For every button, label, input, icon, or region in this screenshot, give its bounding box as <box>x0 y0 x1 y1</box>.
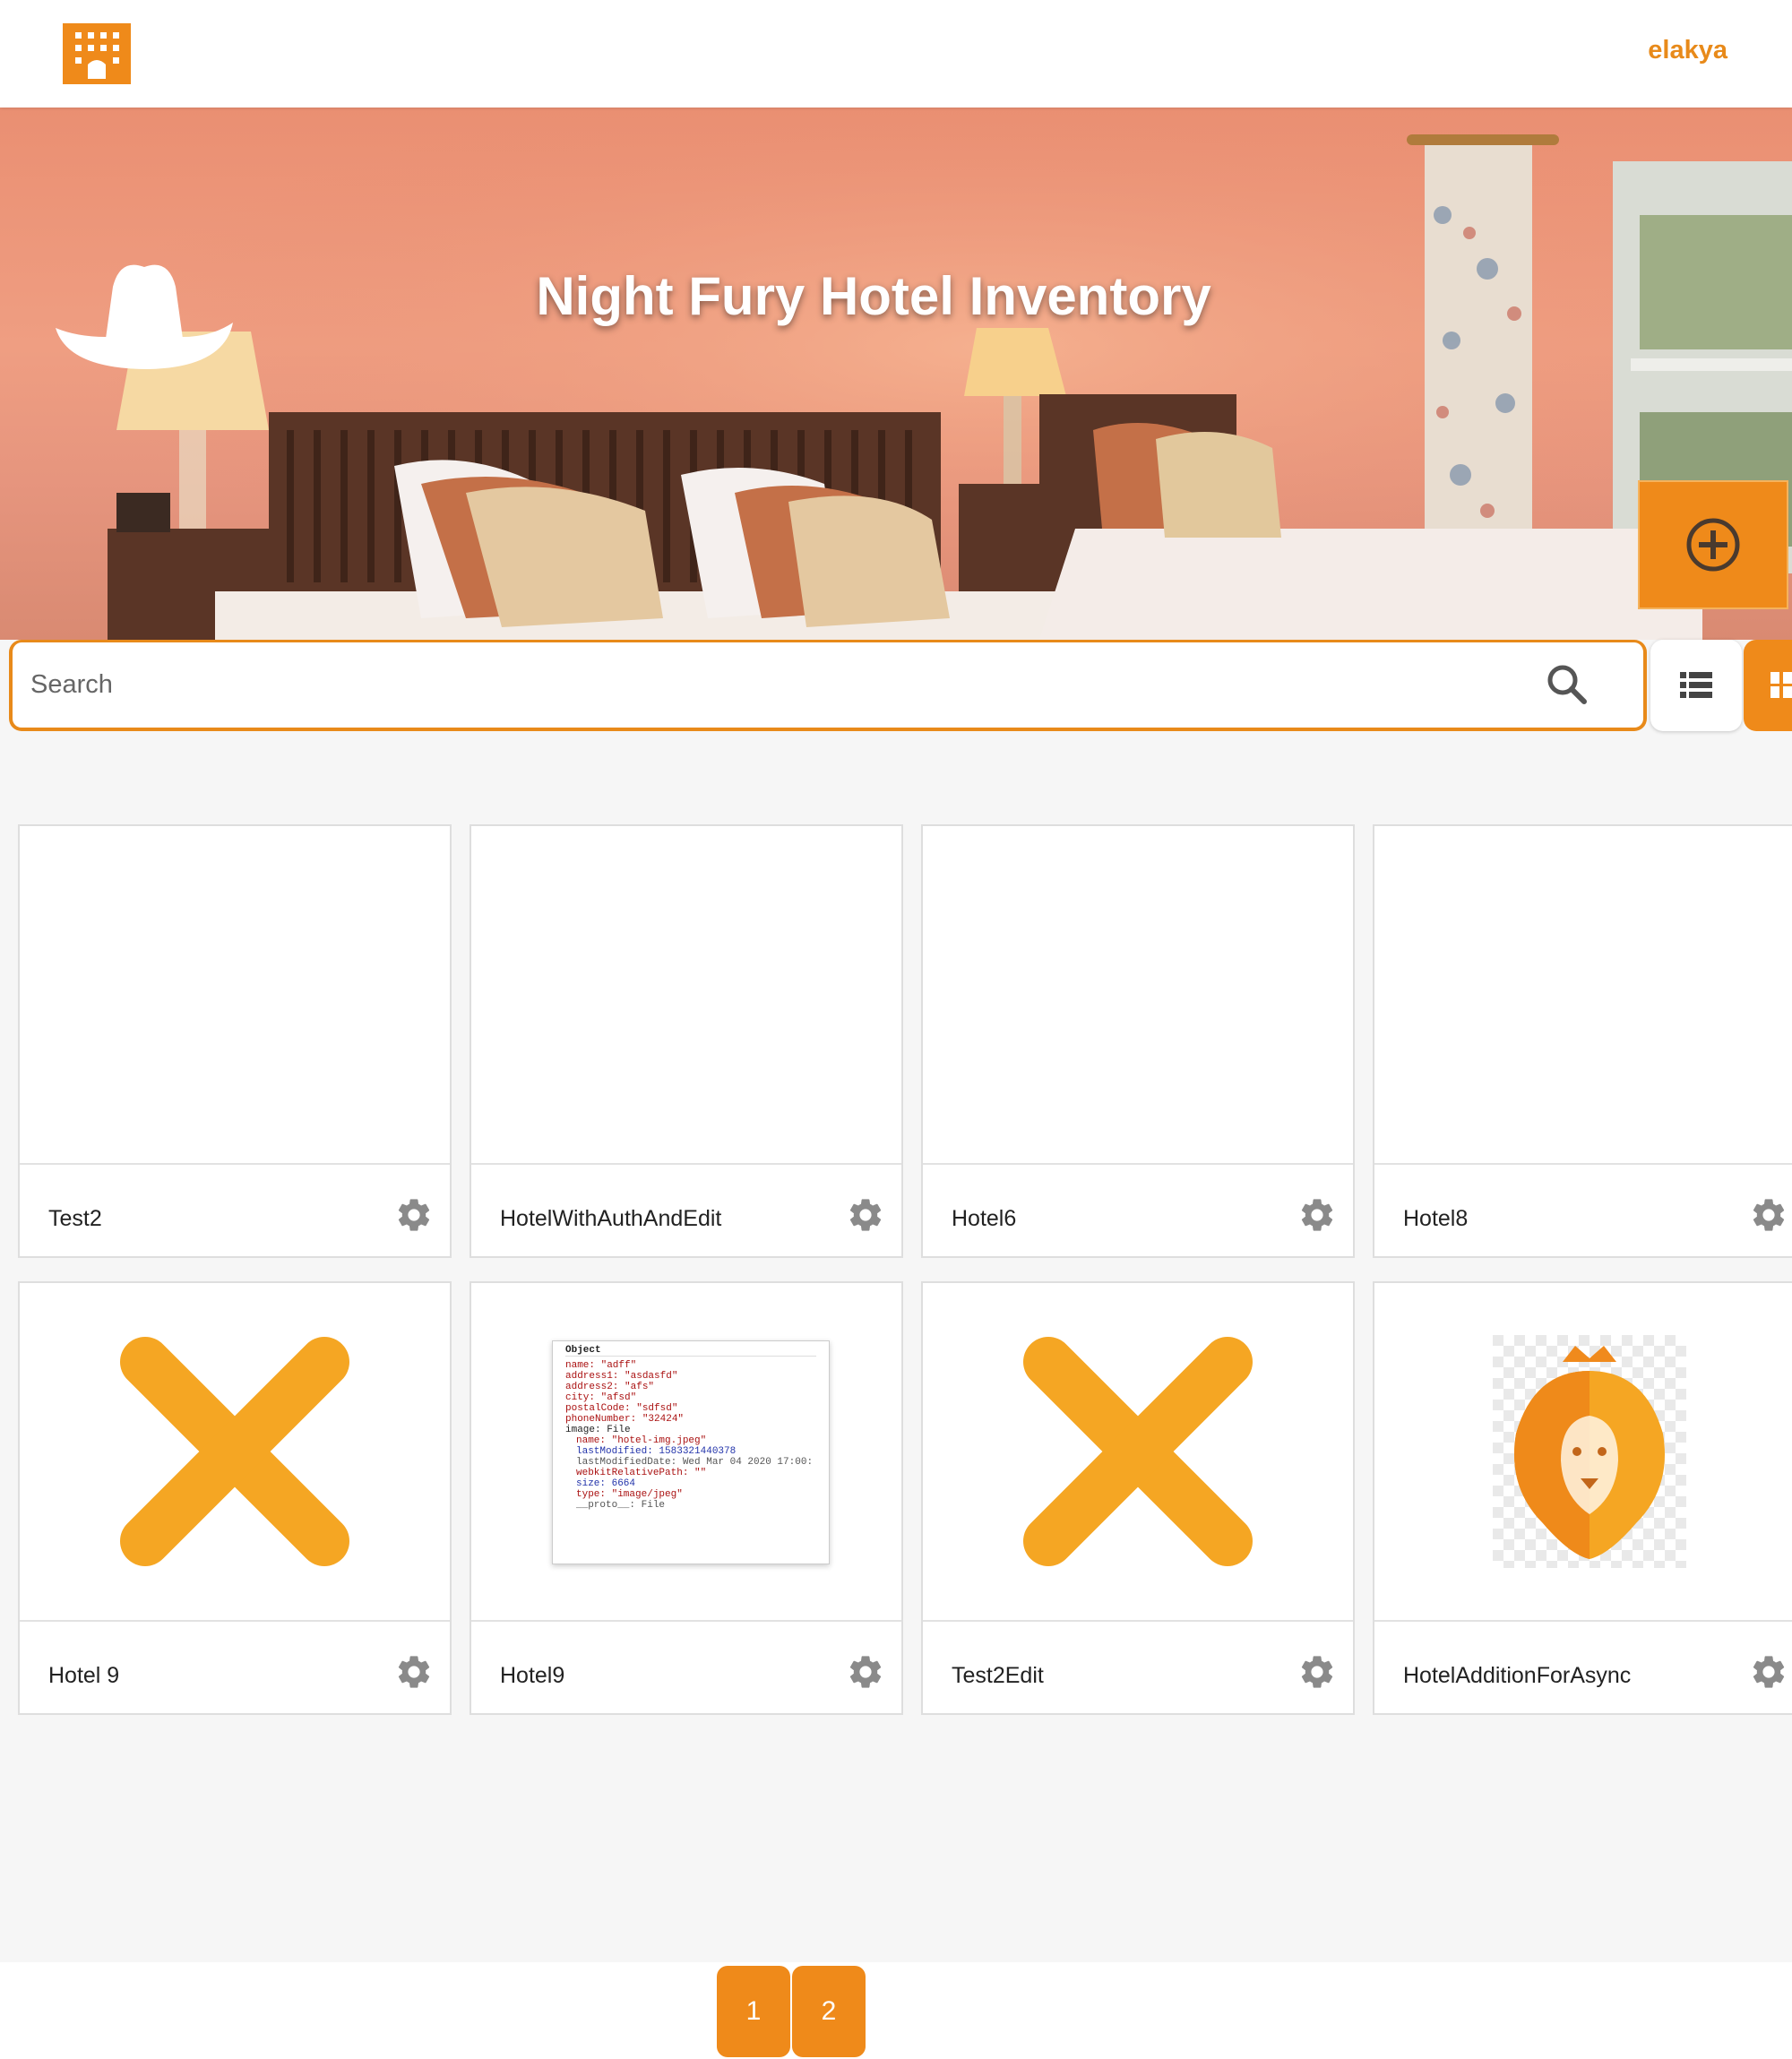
hotel-card[interactable]: Hotel6 <box>921 824 1355 1258</box>
page-button-2[interactable]: 2 <box>792 1966 866 2057</box>
search-icon[interactable] <box>1541 659 1595 712</box>
pagination: 1 2 <box>0 1962 1792 2059</box>
gear-icon[interactable] <box>1749 1195 1788 1235</box>
hotel-name: HotelAdditionForAsync <box>1403 1663 1632 1688</box>
hotel-card[interactable]: Hotel8 <box>1373 824 1792 1258</box>
devtools-line: name: "adff" <box>565 1360 637 1371</box>
hotel-card[interactable]: Test2 <box>18 824 452 1258</box>
gear-icon[interactable] <box>394 1195 434 1235</box>
devtools-line: phoneNumber: "32424" <box>565 1414 685 1425</box>
hotel-name: Hotel8 <box>1403 1206 1469 1231</box>
list-view-icon <box>1680 672 1712 698</box>
lion-logo-image <box>1493 1335 1686 1568</box>
hotel-card[interactable]: Test2Edit <box>921 1281 1355 1715</box>
hotel-name: HotelWithAuthAndEdit <box>500 1206 722 1231</box>
bedroom-photo <box>0 108 1792 640</box>
hotel-card[interactable]: HotelAdditionForAsync <box>1373 1281 1792 1715</box>
devtools-line: image: File <box>565 1425 631 1435</box>
hotel-image: Object name: "adff" address1: "asdasfd" … <box>471 1283 901 1622</box>
gear-icon[interactable] <box>846 1195 885 1235</box>
hotel-name: Hotel9 <box>500 1663 565 1688</box>
hotel-image <box>20 1283 450 1622</box>
page-title: Night Fury Hotel Inventory <box>536 266 1211 326</box>
hotel-card[interactable]: HotelWithAuthAndEdit <box>470 824 903 1258</box>
hotel-image <box>923 1283 1353 1622</box>
hotel-name: Hotel 9 <box>48 1663 120 1688</box>
gear-icon[interactable] <box>846 1652 885 1692</box>
devtools-line: webkitRelativePath: "" <box>576 1468 707 1478</box>
gear-icon[interactable] <box>394 1652 434 1692</box>
hotel-name: Test2Edit <box>952 1663 1044 1688</box>
devtools-title: Object <box>565 1345 816 1357</box>
top-bar: elakya <box>0 0 1792 108</box>
list-view-button[interactable] <box>1650 640 1742 731</box>
orange-x-image <box>120 1337 349 1566</box>
orange-x-image <box>1023 1337 1253 1566</box>
devtools-line: size: 6664 <box>576 1478 636 1489</box>
search-input[interactable] <box>30 657 1464 712</box>
devtools-screenshot: Object name: "adff" address1: "asdasfd" … <box>552 1340 830 1564</box>
devtools-line: address1: "asdasfd" <box>565 1371 678 1382</box>
hero-banner: Night Fury Hotel Inventory <box>0 108 1792 640</box>
hotel-image <box>1374 826 1792 1165</box>
hotel-name: Test2 <box>48 1206 102 1231</box>
devtools-line: lastModifiedDate: Wed Mar 04 2020 17:00: <box>576 1457 814 1468</box>
grid-view-icon <box>1770 672 1792 698</box>
devtools-line: postalCode: "sdfsd" <box>565 1403 678 1414</box>
search-bar <box>9 640 1647 731</box>
gear-icon[interactable] <box>1749 1652 1788 1692</box>
gear-icon[interactable] <box>1297 1652 1337 1692</box>
hotel-card[interactable]: Object name: "adff" address1: "asdasfd" … <box>470 1281 903 1715</box>
devtools-line: lastModified: 1583321440378 <box>576 1446 737 1457</box>
devtools-line: type: "image/jpeg" <box>576 1489 683 1500</box>
devtools-line: address2: "afs" <box>565 1382 655 1392</box>
add-hotel-button[interactable] <box>1638 480 1788 609</box>
devtools-line: name: "hotel-img.jpeg" <box>576 1435 707 1446</box>
gear-icon[interactable] <box>1297 1195 1337 1235</box>
page-button-1[interactable]: 1 <box>717 1966 790 2057</box>
hotel-image <box>471 826 901 1165</box>
hotel-image <box>923 826 1353 1165</box>
devtools-line: city: "afsd" <box>565 1392 637 1403</box>
hotel-image <box>20 826 450 1165</box>
hotel-image <box>1374 1283 1792 1622</box>
hotel-logo-icon[interactable] <box>63 23 131 84</box>
hotel-card[interactable]: Hotel 9 <box>18 1281 452 1715</box>
add-circle-icon <box>1686 518 1740 572</box>
user-name[interactable]: elakya <box>1648 36 1727 65</box>
hotel-name: Hotel6 <box>952 1206 1017 1231</box>
devtools-line: __proto__: File <box>576 1500 666 1511</box>
grid-view-button[interactable] <box>1744 640 1792 731</box>
